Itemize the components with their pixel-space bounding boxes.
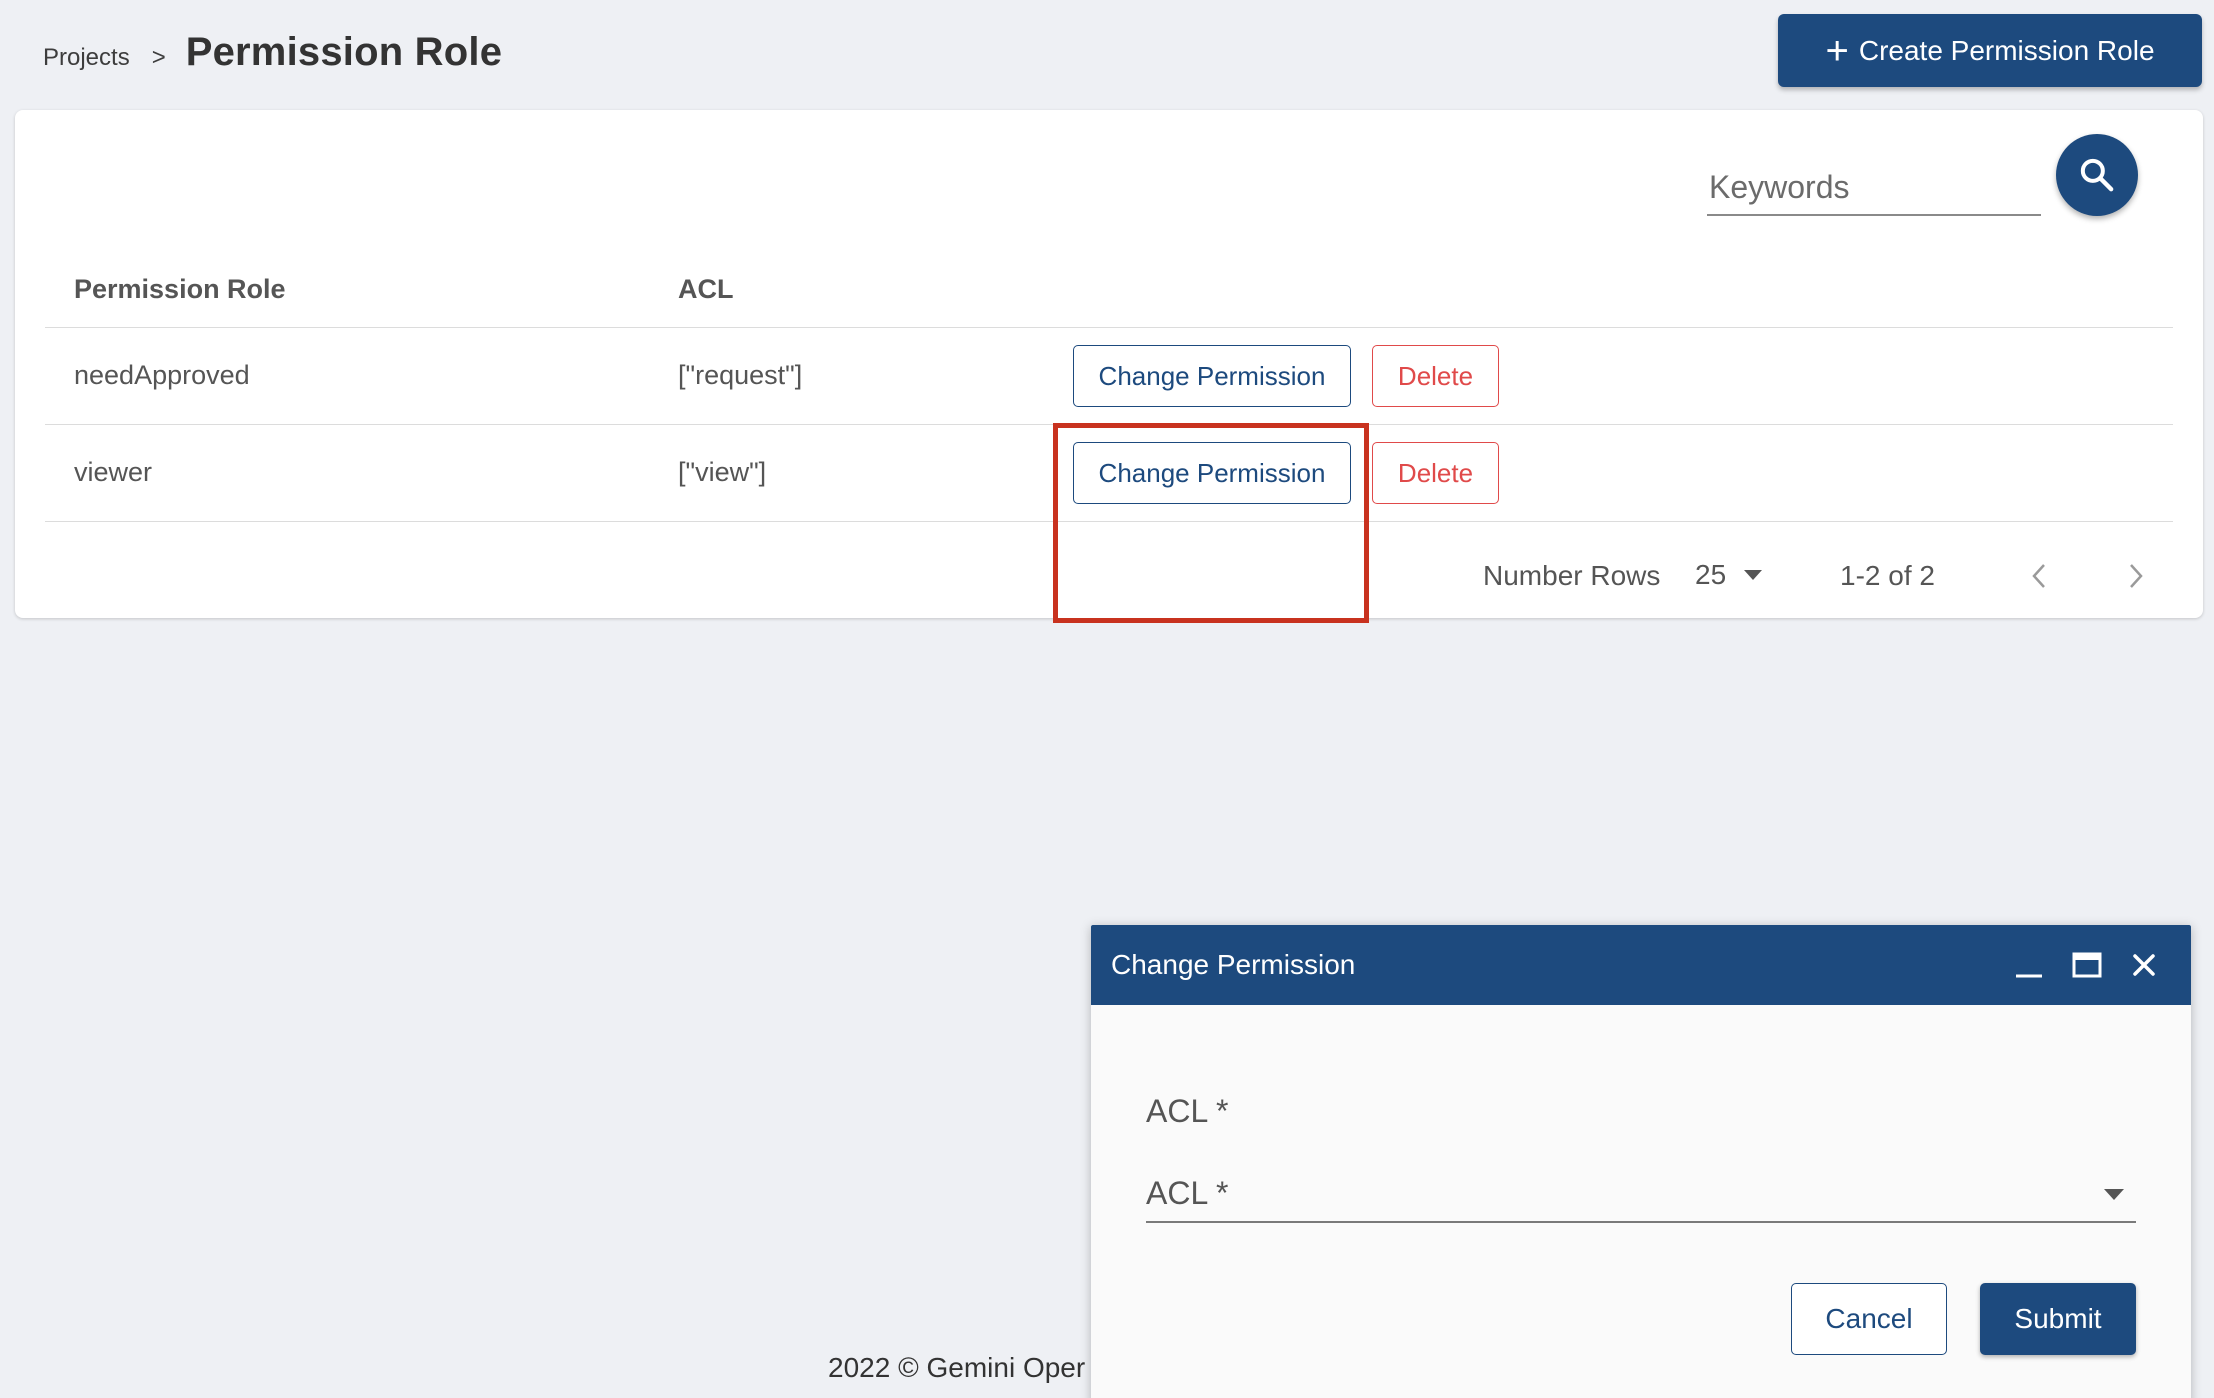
next-page-button[interactable] [2115, 556, 2155, 596]
breadcrumb-separator: > [151, 44, 166, 71]
pagination: Number Rows 25 1-2 of 2 [15, 548, 2203, 598]
cell-acl: ["view"] [678, 457, 767, 487]
maximize-button[interactable] [2067, 945, 2107, 985]
rows-per-page-select[interactable]: 25 [1695, 554, 1763, 596]
search-icon [2080, 158, 2114, 192]
acl-select-placeholder: ACL * [1146, 1175, 1229, 1211]
table-row: viewer ["view"] Change Permission Delete [45, 425, 2173, 522]
breadcrumb-projects-link[interactable]: Projects [43, 44, 130, 72]
close-icon [2133, 954, 2155, 976]
dialog-title: Change Permission [1111, 949, 1356, 980]
close-button[interactable] [2124, 945, 2164, 985]
cell-acl: ["request"] [678, 360, 803, 390]
chevron-left-icon [2032, 564, 2045, 588]
rows-per-page-label: Number Rows [1483, 560, 1661, 591]
change-permission-button[interactable]: Change Permission [1073, 442, 1351, 504]
permission-role-table: Permission Role ACL needApproved ["reque… [45, 250, 2173, 522]
minimize-button[interactable] [2009, 945, 2049, 985]
search-input[interactable] [1707, 160, 2041, 216]
plus-icon: + [1825, 28, 1849, 73]
acl-select[interactable]: ACL * [1146, 1167, 2136, 1223]
permission-role-card: Permission Role ACL needApproved ["reque… [15, 110, 2203, 623]
cancel-button[interactable]: Cancel [1791, 1283, 1947, 1355]
page-title: Permission Role [185, 30, 503, 74]
chevron-right-icon [2130, 564, 2143, 588]
delete-button[interactable]: Delete [1372, 442, 1499, 504]
column-header-acl: ACL [678, 274, 734, 304]
search-button[interactable] [2056, 134, 2138, 216]
page-header: Projects > Permission Role + Create Perm… [0, 0, 2214, 108]
cell-permission-role: needApproved [74, 360, 250, 390]
change-permission-dialog: Change Permission ACL * ACL * Cancel Sub… [1091, 925, 2191, 1398]
submit-button[interactable]: Submit [1980, 1283, 2136, 1355]
dropdown-caret-icon [1744, 570, 1763, 580]
breadcrumb: Projects > Permission Role [43, 30, 502, 75]
minimize-icon [2016, 974, 2042, 978]
rows-per-page-value: 25 [1695, 559, 1727, 590]
change-permission-button[interactable]: Change Permission [1073, 345, 1351, 407]
acl-field-label: ACL * [1146, 1093, 1229, 1129]
footer-copyright: 2022 © Gemini Oper [828, 1352, 1086, 1383]
previous-page-button[interactable] [2020, 556, 2060, 596]
cell-permission-role: viewer [74, 457, 153, 487]
column-header-permission-role: Permission Role [74, 274, 286, 304]
create-permission-role-button[interactable]: + Create Permission Role [1778, 14, 2202, 87]
maximize-icon [2072, 952, 2102, 978]
dropdown-caret-icon [2104, 1189, 2124, 1200]
create-button-label: Create Permission Role [1858, 34, 2155, 66]
dialog-titlebar[interactable]: Change Permission [1091, 925, 2191, 1005]
table-row: needApproved ["request"] Change Permissi… [45, 328, 2173, 425]
pagination-range: 1-2 of 2 [1840, 560, 1935, 591]
table-header: Permission Role ACL [45, 250, 2173, 328]
delete-button[interactable]: Delete [1372, 345, 1499, 407]
